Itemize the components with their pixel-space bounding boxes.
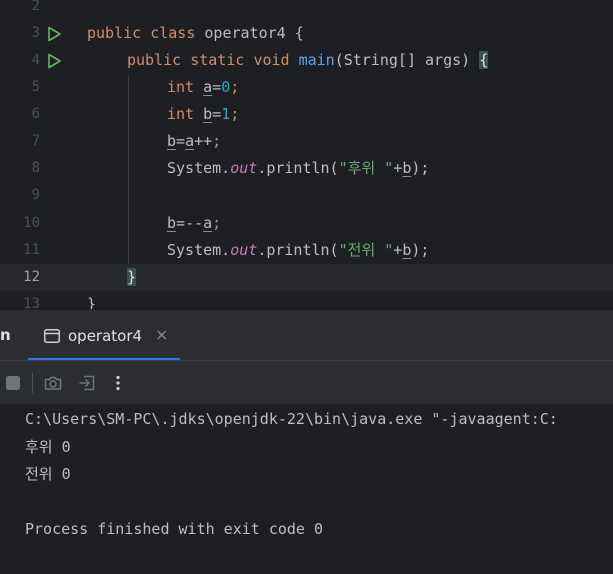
code-text: public static void main(String[] args) { [127,51,489,69]
code-text: b=a++; [167,132,222,150]
line-number: 4 [31,52,40,68]
code-line-5[interactable]: 5 int a=0; [0,74,613,101]
code-text: } [127,268,137,286]
code-line-2[interactable]: 2 [0,0,613,20]
console-command-line: C:\Users\SM-PC\.jdks\openjdk-22\bin\java… [25,410,558,428]
code-text: int b=1; [167,105,240,123]
code-line-13[interactable]: 13 } [0,291,613,309]
code-line-12[interactable]: 12 } [0,264,613,291]
line-number: 13 [23,296,40,309]
code-line-3[interactable]: 3 public class operator4 { [0,20,613,47]
line-number: 7 [31,133,40,149]
tool-window-title: n [0,326,11,344]
code-text: b=--a; [167,214,222,232]
code-text: public class operator4 { [87,24,304,42]
line-number: 11 [23,242,40,258]
code-editor[interactable]: 2 3 public class operator4 { 4 public st… [0,0,613,309]
console-window-icon [44,329,60,343]
code-line-9[interactable]: 9 [0,182,613,209]
tab-operator4[interactable]: operator4 × [28,310,180,361]
code-line-8[interactable]: 8 System.out.println("후위 "+b); [0,155,613,182]
tab-label: operator4 [68,327,143,345]
code-line-10[interactable]: 10 b=--a; [0,210,613,237]
code-text: System.out.println("후위 "+b); [167,159,430,177]
code-line-11[interactable]: 11 System.out.println("전위 "+b); [0,237,613,264]
code-text: System.out.println("전위 "+b); [167,241,430,259]
stop-icon[interactable] [3,373,23,393]
run-tool-window-header: n operator4 × [0,309,613,361]
code-text: int a=0; [167,78,240,96]
console-output-line: 후위 0 [25,438,71,456]
code-line-6[interactable]: 6 int b=1; [0,101,613,128]
line-number: 8 [31,160,40,176]
code-line-4[interactable]: 4 public static void main(String[] args)… [0,47,613,74]
run-triangle-icon[interactable] [46,53,62,69]
line-number: 3 [31,25,40,41]
export-icon[interactable] [77,373,97,393]
close-icon[interactable]: × [155,325,168,344]
console-output[interactable]: C:\Users\SM-PC\.jdks\openjdk-22\bin\java… [0,404,613,574]
line-number: 6 [31,106,40,122]
console-output-line: 전위 0 [25,465,71,483]
run-triangle-icon[interactable] [46,26,62,42]
camera-icon[interactable] [43,373,63,393]
code-text: } [87,295,97,309]
line-number: 9 [31,187,40,203]
code-line-7[interactable]: 7 b=a++; [0,128,613,155]
line-number: 2 [31,0,40,14]
console-exit-message: Process finished with exit code 0 [25,520,324,538]
line-number: 10 [23,215,40,231]
line-number: 12 [23,269,40,285]
more-vertical-icon[interactable] [108,373,128,393]
toolbar-divider [32,373,33,393]
run-toolbar [0,361,613,404]
line-number: 5 [31,79,40,95]
